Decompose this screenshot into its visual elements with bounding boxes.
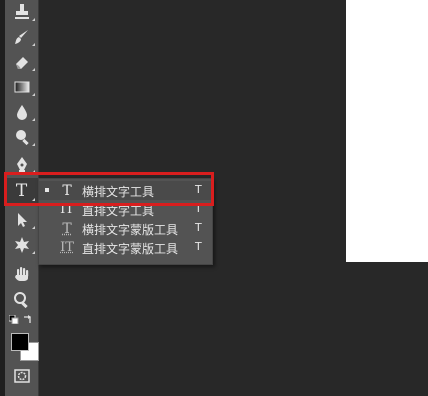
swap-arrow-icon — [23, 314, 33, 324]
submenu-indicator — [32, 198, 35, 201]
zoom-icon — [13, 291, 31, 309]
submenu-indicator — [32, 251, 35, 254]
menu-item-label: 直排文字蒙版工具 — [82, 242, 179, 256]
submenu-indicator — [32, 43, 35, 46]
submenu-indicator — [32, 226, 35, 229]
menu-item-label: 横排文字工具 — [82, 185, 155, 199]
foreground-color-swatch[interactable] — [11, 333, 29, 351]
menu-item-vertical-type-mask[interactable]: IT 直排文字蒙版工具 T — [39, 238, 212, 257]
horizontal-type-mask-icon: T — [62, 220, 72, 237]
menu-item-horizontal-type-mask[interactable]: T 横排文字蒙版工具 T — [39, 219, 212, 238]
quick-mask-icon — [13, 368, 31, 384]
submenu-indicator — [32, 143, 35, 146]
quick-mask-tool[interactable] — [5, 364, 38, 388]
eraser-icon — [13, 53, 31, 71]
tools-panel: T — [5, 0, 39, 396]
history-brush-icon — [13, 28, 31, 46]
pen-icon — [13, 155, 31, 173]
type-tool-icon: T — [15, 180, 28, 201]
history-brush-tool[interactable] — [5, 25, 38, 49]
stamp-icon — [13, 3, 31, 21]
menu-item-shortcut: T — [195, 221, 202, 234]
menu-item-vertical-type[interactable]: IT 直排文字工具 T — [39, 200, 212, 219]
zoom-tool[interactable] — [5, 288, 38, 312]
submenu-indicator — [32, 68, 35, 71]
dodge-tool[interactable] — [5, 125, 38, 149]
hand-icon — [13, 265, 31, 283]
type-tool-flyout-menu: T 横排文字工具 T IT 直排文字工具 T T 横排文字蒙版工具 T IT 直… — [38, 178, 213, 265]
custom-shape-tool[interactable] — [5, 233, 38, 257]
menu-item-label: 横排文字蒙版工具 — [82, 223, 179, 237]
submenu-indicator — [32, 170, 35, 173]
menu-item-shortcut: T — [195, 240, 202, 253]
document-canvas[interactable] — [346, 0, 428, 262]
path-selection-tool[interactable] — [5, 208, 38, 232]
blur-tool[interactable] — [5, 100, 38, 124]
eraser-tool[interactable] — [5, 50, 38, 74]
blur-icon — [13, 103, 31, 121]
custom-shape-icon — [13, 236, 31, 254]
selected-bullet — [45, 188, 49, 192]
submenu-indicator — [32, 18, 35, 21]
submenu-indicator — [32, 118, 35, 121]
dodge-icon — [13, 128, 31, 146]
pen-tool[interactable] — [5, 152, 38, 176]
menu-item-shortcut: T — [195, 183, 202, 196]
gradient-icon — [13, 78, 31, 96]
submenu-indicator — [32, 93, 35, 96]
swap-colors-control[interactable] — [5, 312, 38, 326]
path-selection-icon — [13, 211, 31, 229]
vertical-type-icon: IT — [60, 202, 74, 217]
gradient-tool[interactable] — [5, 75, 38, 99]
horizontal-type-icon: T — [62, 182, 72, 199]
vertical-type-mask-icon: IT — [60, 240, 74, 255]
default-colors-icon — [9, 315, 19, 324]
menu-item-horizontal-type[interactable]: T 横排文字工具 T — [39, 181, 212, 200]
type-tool[interactable]: T — [5, 178, 38, 204]
menu-item-label: 直排文字工具 — [82, 204, 155, 218]
menu-item-shortcut: T — [195, 202, 202, 215]
hand-tool[interactable] — [5, 262, 38, 286]
clone-stamp-tool[interactable] — [5, 0, 38, 24]
